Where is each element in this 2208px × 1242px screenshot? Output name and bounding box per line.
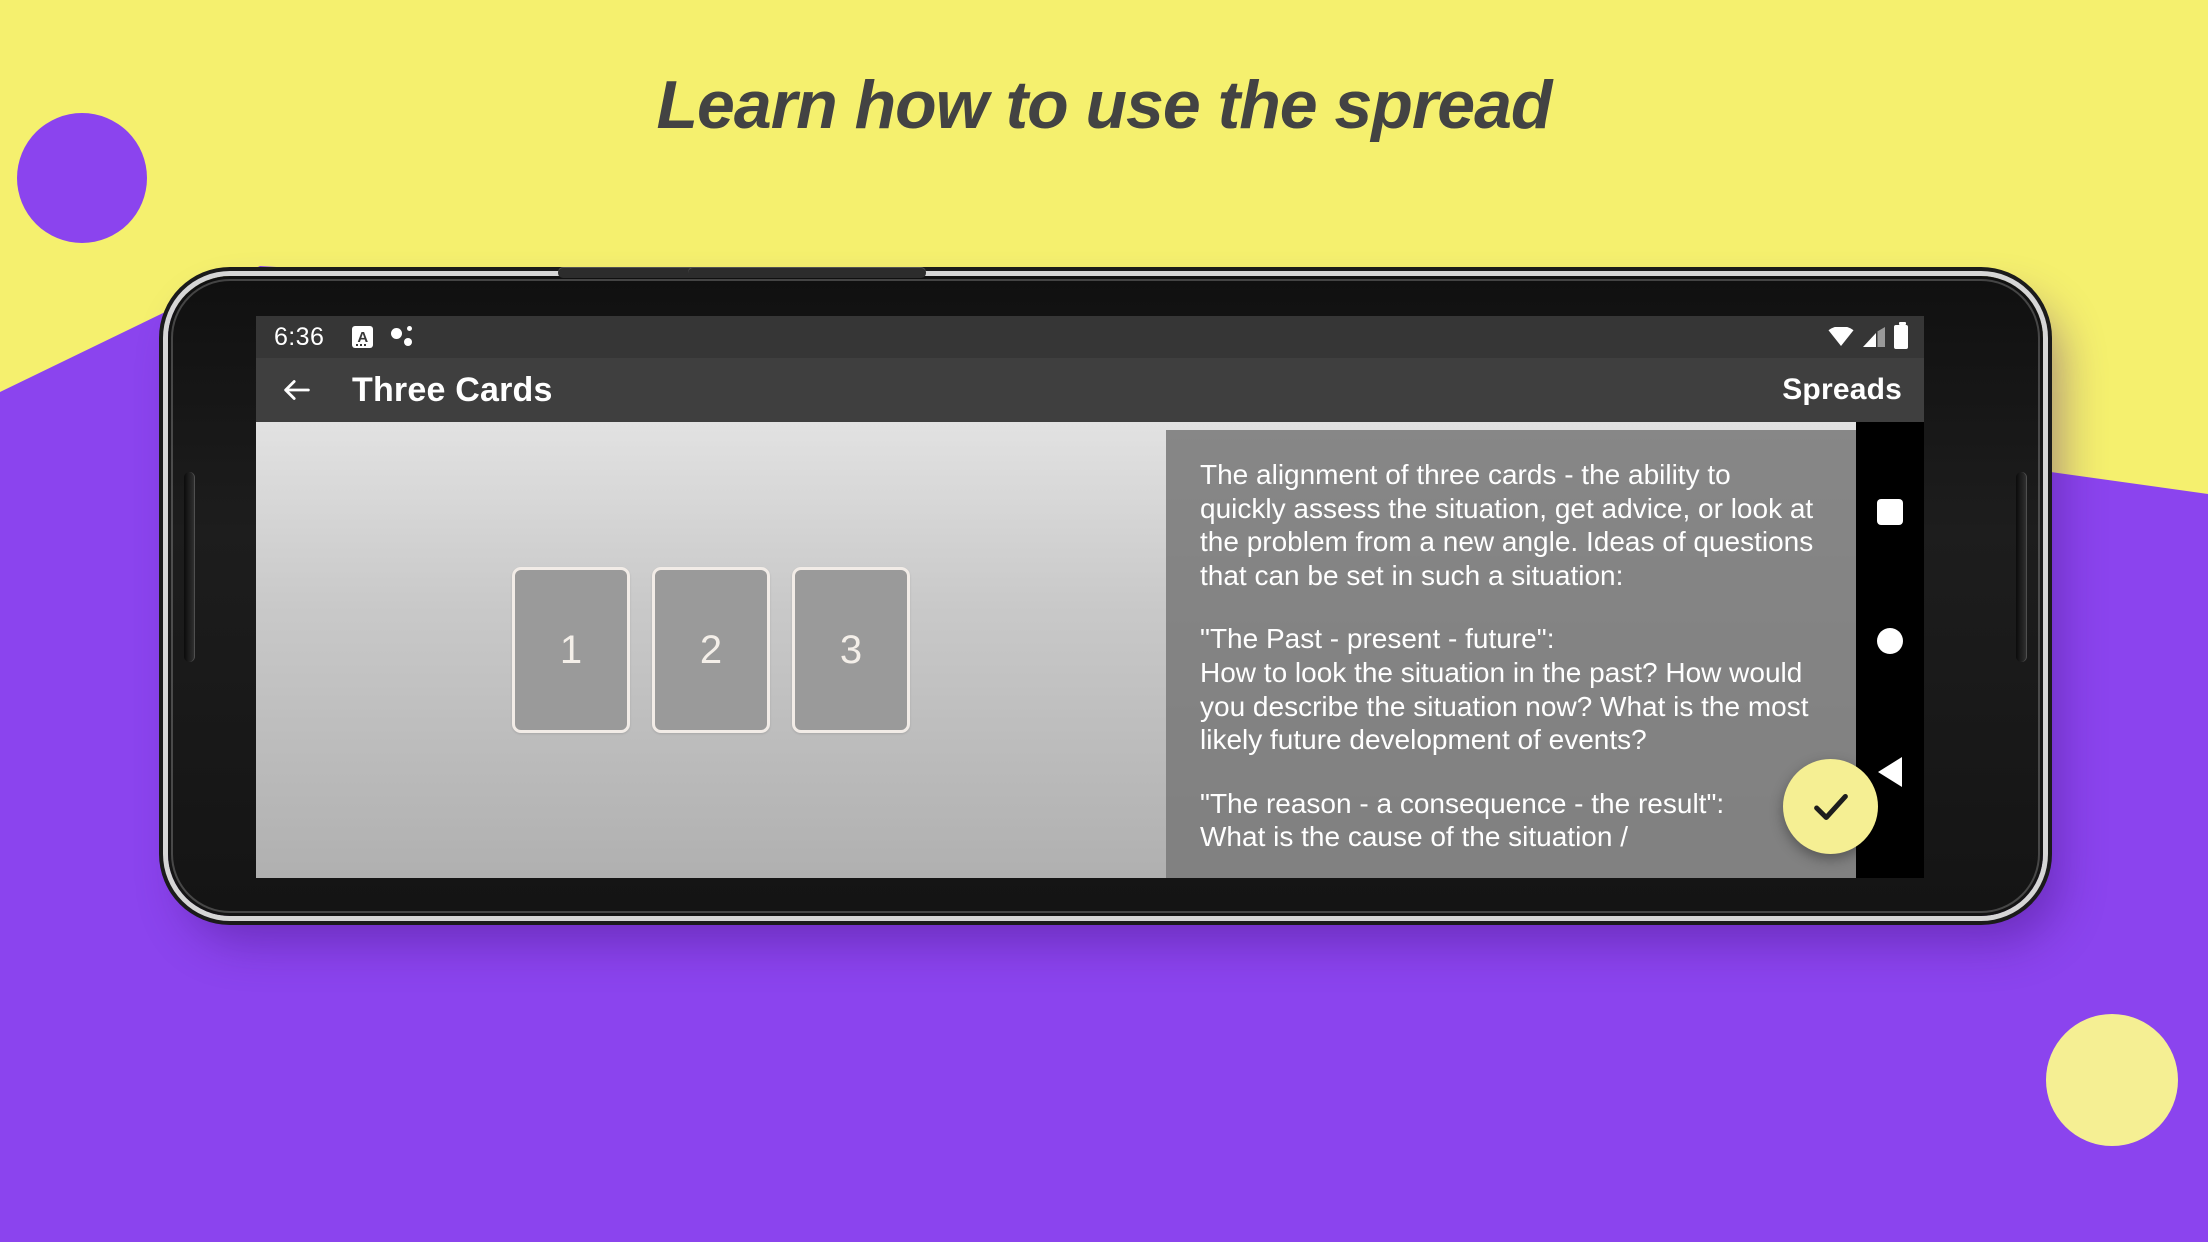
triangle-back-icon[interactable]: [1878, 756, 1902, 787]
arrow-left-icon[interactable]: [280, 373, 314, 407]
yellow-circle-decoration: [2046, 1014, 2178, 1146]
power-button[interactable]: [2016, 472, 2027, 662]
spreads-button[interactable]: Spreads: [1782, 373, 1902, 407]
phone-mockup: 6:36 A Three Cards Spreads 1 2 3 The ali…: [168, 267, 2043, 916]
dots-icon: [391, 326, 417, 348]
volume-button[interactable]: [184, 472, 195, 662]
input-method-a-icon: A: [352, 326, 374, 348]
wifi-icon: [1828, 327, 1854, 346]
spread-layout-pane: 1 2 3: [256, 422, 1166, 878]
page-title: Learn how to use the spread: [656, 67, 1553, 143]
spread-card-slot[interactable]: 2: [652, 567, 770, 733]
spread-card-number: 2: [699, 627, 723, 672]
status-right-icons: [1828, 322, 1908, 349]
check-icon: [1813, 793, 1848, 820]
earpiece-grille-icon: [558, 267, 698, 278]
app-content: 1 2 3 The alignment of three cards - the…: [256, 422, 1924, 878]
circle-home-icon[interactable]: [1877, 627, 1903, 654]
spread-card-slot[interactable]: 3: [792, 567, 910, 733]
square-recent-apps-icon[interactable]: [1877, 499, 1903, 526]
status-bar: 6:36 A: [256, 316, 1924, 358]
spread-cards-row: 1 2 3: [256, 567, 1166, 733]
description-paragraph: "The Past - present - future": How to lo…: [1200, 623, 1809, 756]
spread-description-panel[interactable]: The alignment of three cards - the abili…: [1166, 430, 1856, 878]
status-left-icons: A: [352, 326, 417, 348]
phone-screen: 6:36 A Three Cards Spreads 1 2 3 The ali…: [256, 316, 1924, 878]
speaker-grille-icon: [688, 267, 926, 278]
description-paragraph: "The reason - a consequence - the result…: [1200, 787, 1725, 853]
signal-icon: [1863, 327, 1885, 347]
spread-card-slot[interactable]: 1: [512, 567, 630, 733]
spread-card-number: 1: [559, 627, 583, 672]
spread-card-number: 3: [839, 627, 863, 672]
description-paragraph: The alignment of three cards - the abili…: [1200, 459, 1814, 591]
app-bar: Three Cards Spreads: [256, 358, 1924, 422]
confirm-fab-button[interactable]: [1783, 759, 1878, 854]
app-bar-title: Three Cards: [352, 370, 553, 409]
status-time: 6:36: [274, 322, 325, 351]
battery-icon: [1894, 322, 1908, 349]
